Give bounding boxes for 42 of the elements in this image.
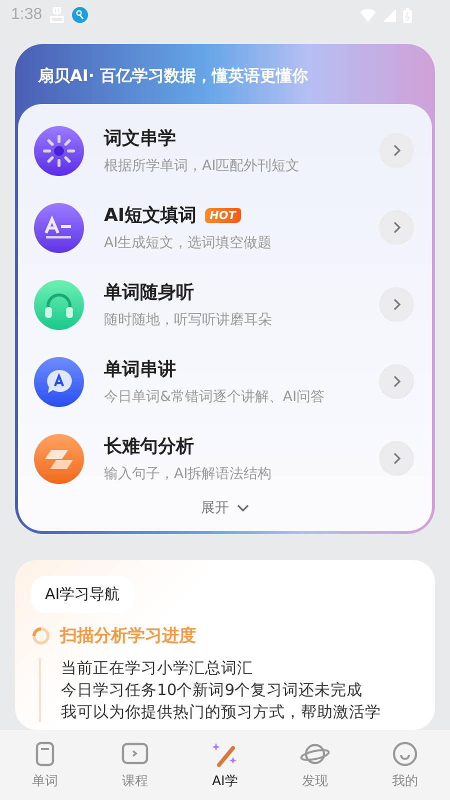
feature-description: 今日单词&常错词逐个讲解、AI问答 (104, 388, 326, 406)
chevron-right-button[interactable] (379, 364, 414, 399)
feature-description: 随时随地，听写听讲磨耳朵 (104, 311, 273, 329)
guide-text: 今日学习任务10个新词9个复习词还未完成 (61, 680, 364, 700)
chevron-right-button[interactable] (379, 210, 414, 245)
status-time: 1:38 (11, 6, 42, 24)
chevron-right-button[interactable] (379, 287, 414, 322)
chevron-right-icon (392, 375, 400, 388)
chevron-right-button[interactable] (379, 441, 414, 476)
feature-row[interactable]: 词文串学 根据所学单词，AI匹配外刊短文 (18, 112, 432, 189)
feature-title: 词文串学 (104, 127, 176, 150)
feature-title: AI短文填词 (104, 204, 197, 227)
feature-row[interactable]: 单词随身听 随时随地，听写听讲磨耳朵 (18, 266, 432, 343)
text-format-icon (34, 202, 84, 252)
chevron-right-button[interactable] (379, 133, 414, 168)
feature-row[interactable]: 单词串讲 今日单词&常错词逐个讲解、AI问答 (18, 343, 432, 420)
nav-tab[interactable]: AI学 (200, 740, 250, 790)
layers-icon (34, 434, 84, 484)
guide-text: 我可以为你提供热门的预习方式，帮助激活学 (61, 702, 381, 722)
step-title: 扫描分析学习进度 (60, 625, 196, 647)
spark-icon (34, 126, 84, 176)
feature-title: 单词串讲 (104, 358, 176, 381)
chevron-right-icon (392, 298, 400, 311)
guide-tag: AI学习导航 (31, 576, 134, 613)
chevron-right-icon (392, 452, 400, 465)
headphones-icon (34, 280, 84, 330)
guide-text: 当前正在学习小学汇总词汇 (61, 658, 254, 678)
feature-description: 输入句子，AI拆解语法结构 (104, 465, 273, 483)
feature-row[interactable]: 长难句分析 输入句子，AI拆解语法结构 (18, 420, 432, 497)
chevron-right-icon (392, 144, 400, 157)
feature-description: 根据所学单词，AI匹配外刊短文 (104, 157, 301, 175)
chevron-right-icon (392, 221, 400, 234)
feature-row[interactable]: AI短文填词 HOT AI生成短文，选词填空做题 (18, 189, 432, 266)
feature-title: 单词随身听 (104, 281, 194, 304)
feature-title: 长难句分析 (104, 435, 194, 458)
expand-button[interactable]: 展开 (197, 497, 253, 519)
loading-spinner-icon (32, 626, 50, 644)
hot-badge: HOT (204, 208, 241, 222)
chat-bubble-icon (34, 356, 84, 406)
chevron-down-icon (237, 504, 249, 512)
feature-description: AI生成短文，选词填空做题 (104, 234, 273, 252)
banner-title: 扇贝AI· 百亿学习数据，懂英语更懂你 (36, 65, 309, 87)
